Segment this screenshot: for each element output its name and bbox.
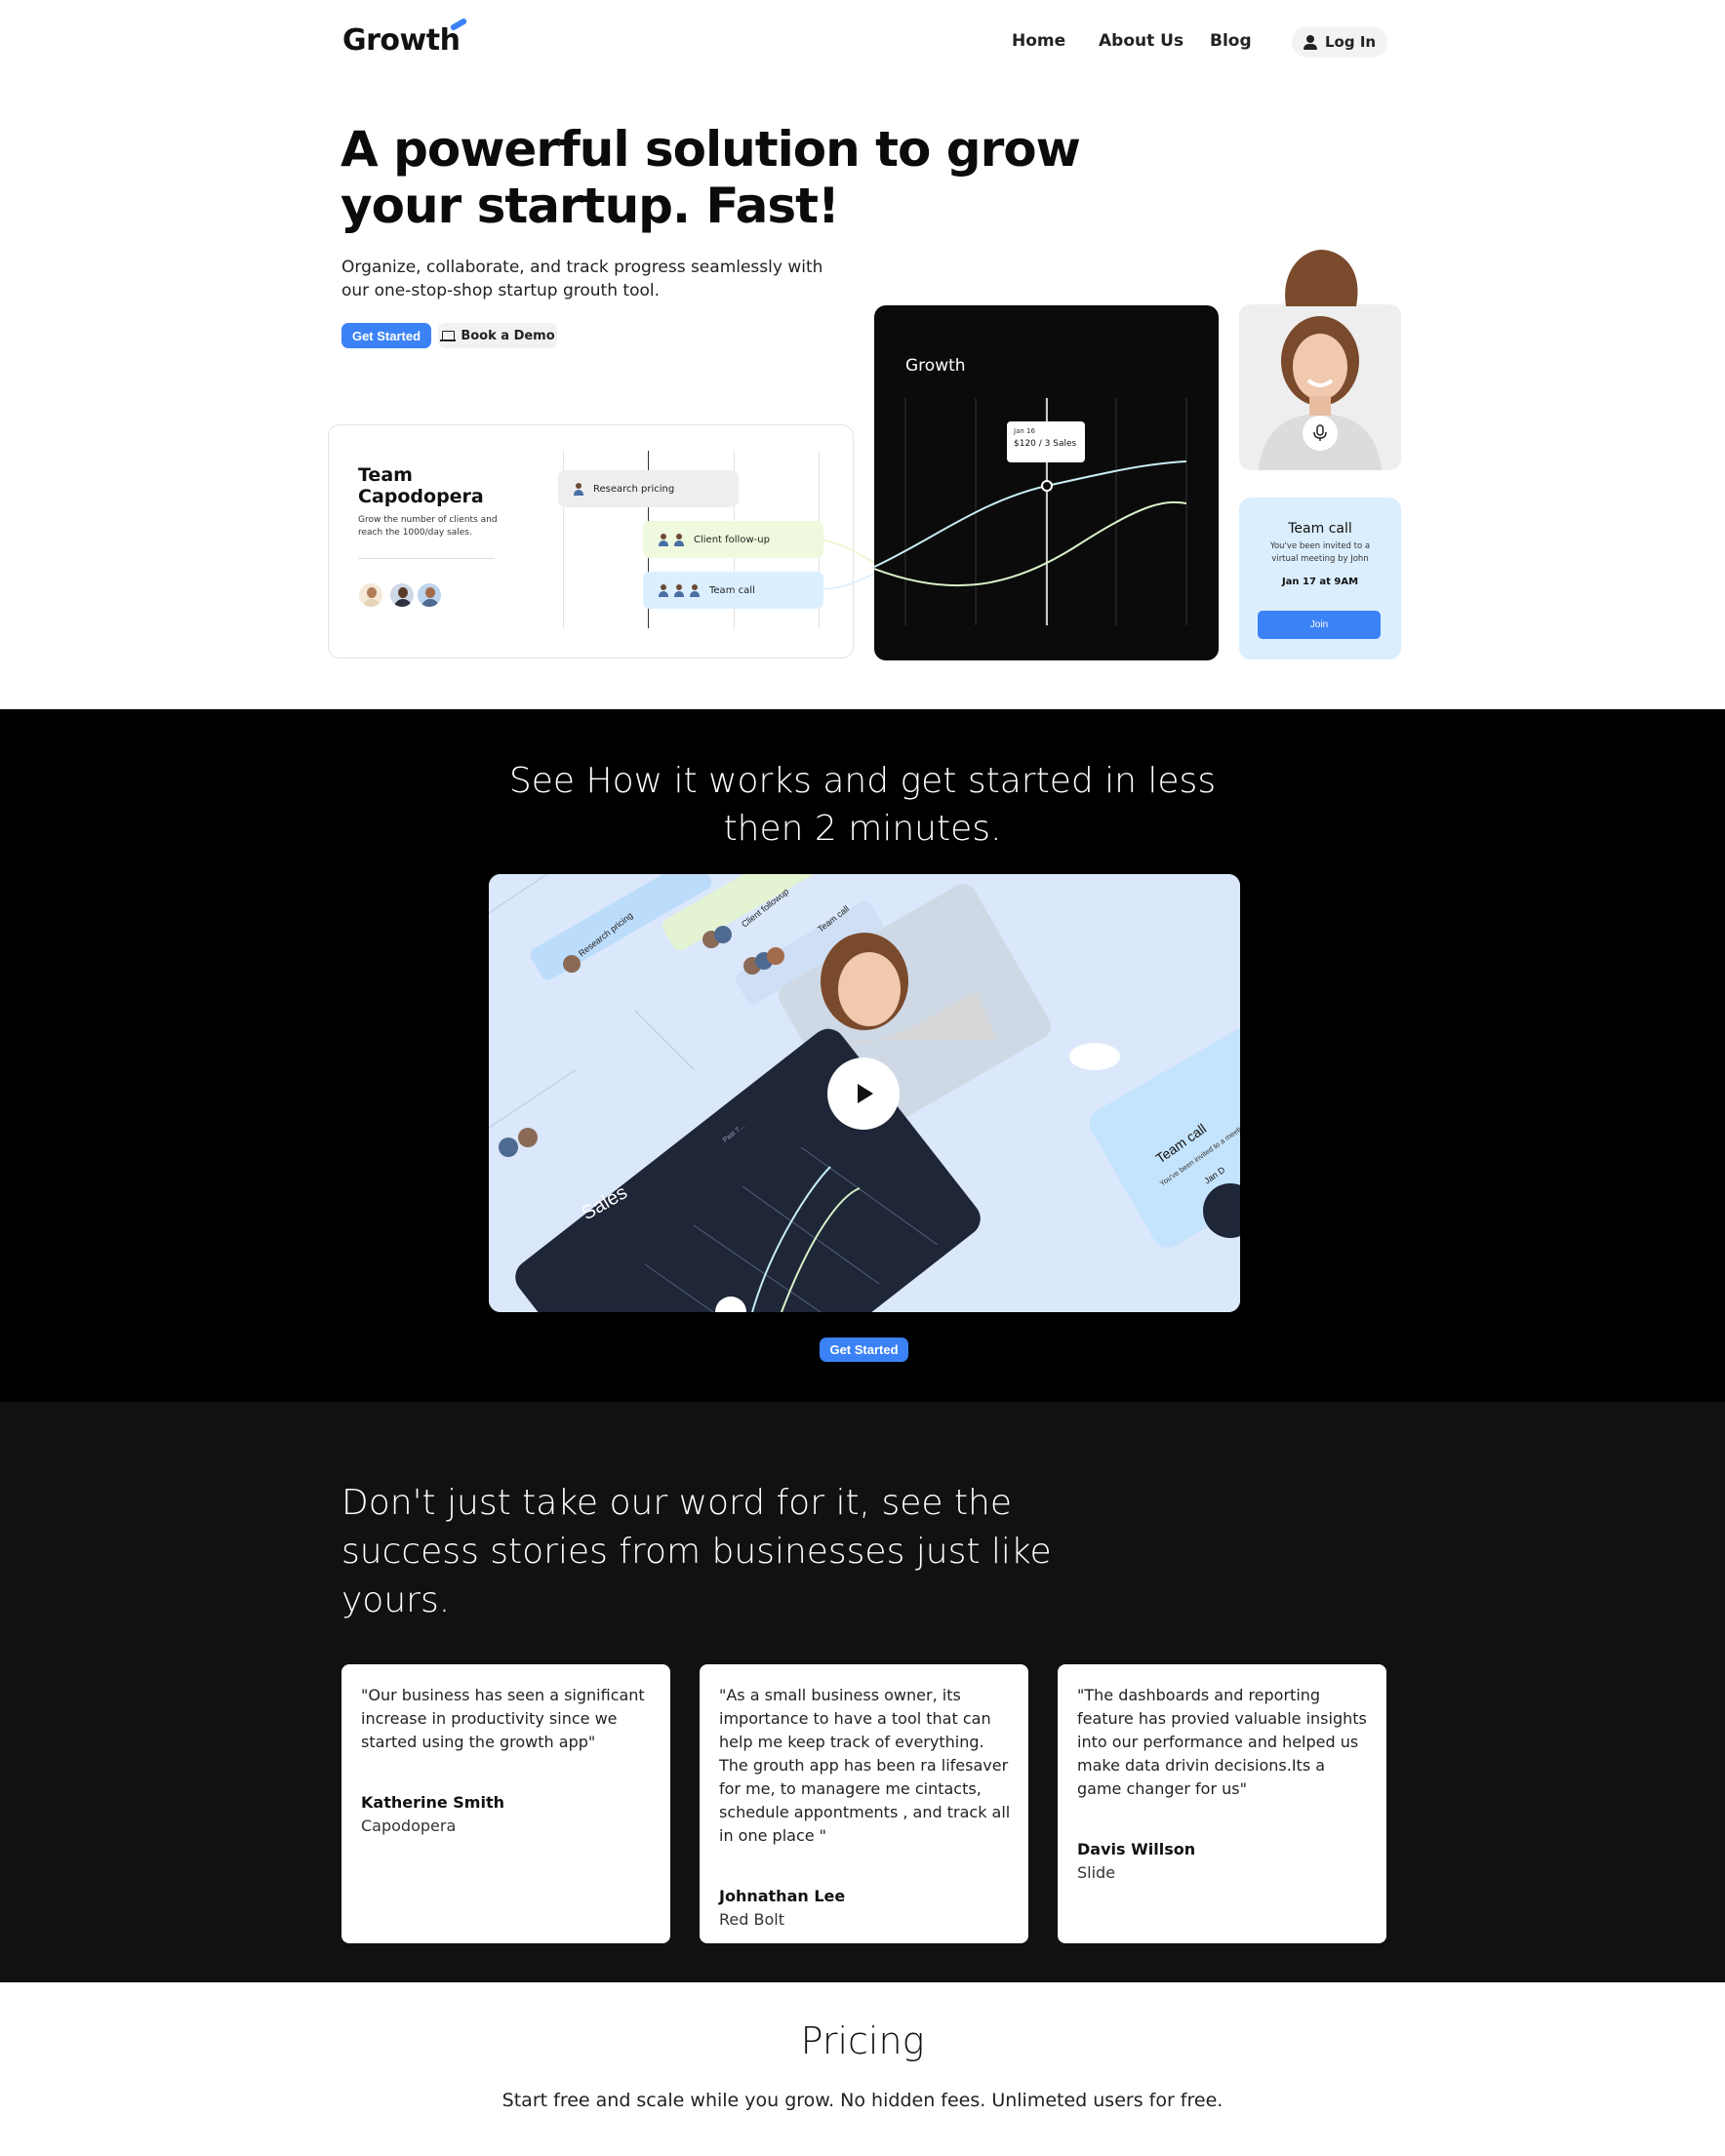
testimonial-quote: "Our business has seen a significant inc… <box>361 1686 645 1751</box>
call-date: Jan 17 at 9AM <box>1281 577 1359 587</box>
participant-head <box>1285 250 1358 306</box>
hero-title: A powerful solution to grow your startup… <box>341 121 1081 234</box>
testimonial-card: "Our business has seen a significant inc… <box>341 1664 670 1943</box>
call-description: You've been invited to a virtual meeting… <box>1269 541 1371 564</box>
join-button[interactable]: Join <box>1258 611 1381 639</box>
book-demo-button[interactable]: Book a Demo <box>438 323 557 348</box>
login-label: Log In <box>1325 33 1377 51</box>
book-demo-label: Book a Demo <box>461 328 555 343</box>
avatar <box>357 581 384 609</box>
tooltip-value: $120 / 3 Sales <box>1014 439 1077 449</box>
team-card-title: Team Capodopera <box>358 464 484 507</box>
testimonial-company: Slide <box>1077 1863 1116 1882</box>
avatar <box>688 583 702 597</box>
get-started-button[interactable]: Get Started <box>341 323 431 348</box>
testimonials-title: Don't just take our word for it, see the… <box>341 1483 1052 1620</box>
pricing-subtitle: Start free and scale while you grow. No … <box>501 2090 1224 2111</box>
avatar <box>657 533 670 546</box>
testimonial-quote: "The dashboards and reporting feature ha… <box>1077 1686 1367 1798</box>
microphone-icon <box>1313 424 1327 441</box>
login-button[interactable]: Log In <box>1292 26 1388 58</box>
testimonial-quote: "As a small business owner, its importan… <box>719 1686 1011 1845</box>
avatar <box>416 581 443 609</box>
tooltip-date: Jan 16 <box>1014 427 1035 435</box>
testimonial-card: "As a small business owner, its importan… <box>700 1664 1028 1943</box>
task-research-pricing[interactable]: Research pricing <box>558 470 739 507</box>
get-started-button-secondary[interactable]: Get Started <box>820 1338 908 1362</box>
avatar <box>572 482 585 496</box>
play-icon <box>858 1084 873 1103</box>
avatar <box>388 581 416 609</box>
team-card-description: Grow the number of clients and reach the… <box>358 515 498 538</box>
task-team-call[interactable]: Team call <box>643 572 823 609</box>
logo[interactable]: Growth <box>342 23 461 58</box>
testimonial-name: Johnathan Lee <box>719 1887 846 1905</box>
avatar <box>657 583 670 597</box>
testimonial-company: Red Bolt <box>719 1910 784 1929</box>
hero-subtitle: Organize, collaborate, and track progres… <box>341 258 823 300</box>
team-card-divider <box>358 558 495 559</box>
microphone-button[interactable] <box>1303 416 1338 451</box>
how-it-works-title: See How it works and get started in less… <box>508 761 1217 849</box>
team-avatars <box>357 581 455 615</box>
task-label: Client follow-up <box>694 534 770 545</box>
testimonial-card: "The dashboards and reporting feature ha… <box>1058 1664 1386 1943</box>
avatar <box>672 583 686 597</box>
nav-about-us[interactable]: About Us <box>1099 31 1183 51</box>
chart-tooltip: Jan 16 $120 / 3 Sales <box>1007 421 1085 462</box>
testimonial-name: Katherine Smith <box>361 1793 504 1812</box>
growth-chart <box>874 398 1187 625</box>
call-title: Team call <box>1288 521 1352 537</box>
testimonial-company: Capodopera <box>361 1817 457 1835</box>
avatar <box>672 533 686 546</box>
task-client-follow-up[interactable]: Client follow-up <box>643 521 823 558</box>
nav-blog[interactable]: Blog <box>1210 31 1252 51</box>
laptop-icon <box>440 330 457 341</box>
nav-home[interactable]: Home <box>1012 31 1065 51</box>
pricing-title: Pricing <box>800 2019 925 2062</box>
task-label: Research pricing <box>593 483 675 495</box>
task-label: Team call <box>709 584 755 596</box>
play-button[interactable] <box>827 1058 900 1130</box>
testimonial-name: Davis Willson <box>1077 1840 1196 1858</box>
user-icon <box>1304 35 1317 50</box>
